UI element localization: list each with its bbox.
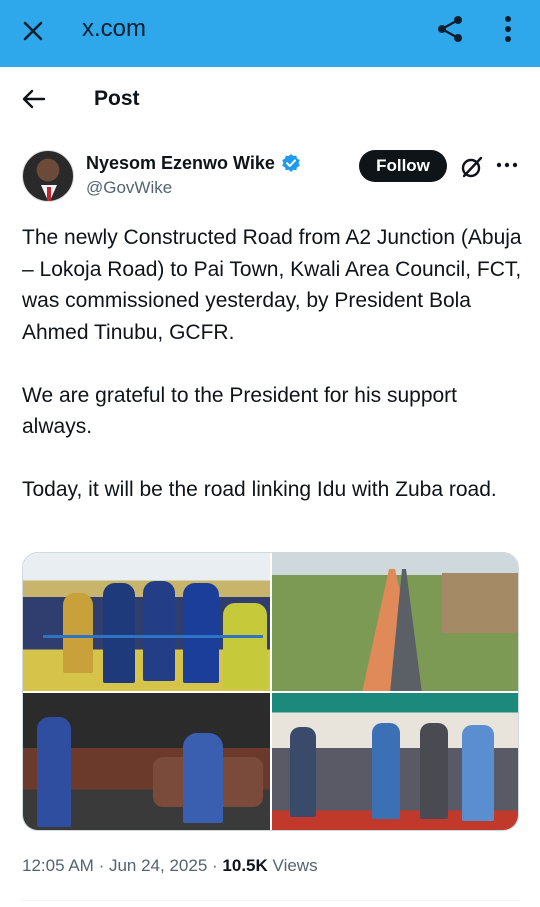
tweet-paragraph: We are grateful to the President for his… — [22, 383, 458, 439]
views-label: Views — [272, 856, 318, 875]
post-meta: 12:05 AM · Jun 24, 2025 · 10.5K Views — [22, 855, 318, 877]
meta-separator: · — [212, 856, 218, 875]
avatar[interactable] — [22, 150, 74, 202]
media-grid — [22, 552, 519, 831]
grok-icon[interactable] — [459, 154, 485, 180]
post-header: Post — [0, 67, 540, 131]
meta-separator: · — [98, 856, 105, 875]
tweet-paragraph: Today, it will be the road linking Idu w… — [22, 478, 497, 501]
media-photo-standing-group[interactable] — [272, 693, 518, 830]
more-horizontal-icon[interactable] — [494, 154, 520, 176]
share-icon[interactable] — [434, 13, 466, 45]
browser-url[interactable]: x.com — [82, 14, 146, 44]
author-handle[interactable]: @GovWike — [86, 177, 172, 199]
media-photo-seated-guests[interactable] — [23, 693, 270, 830]
verified-badge-icon — [281, 153, 301, 173]
author-name-row[interactable]: Nyesom Ezenwo Wike — [86, 152, 301, 174]
tweet-paragraph: The newly Constructed Road from A2 Junct… — [22, 226, 522, 344]
views-count[interactable]: 10.5K — [222, 856, 267, 875]
post-time[interactable]: 12:05 AM — [22, 856, 94, 875]
browser-toolbar: x.com — [0, 0, 540, 67]
avatar-tie — [47, 187, 51, 201]
media-photo-ribbon-cutting[interactable] — [23, 553, 270, 691]
follow-button[interactable]: Follow — [359, 150, 447, 182]
post-date[interactable]: Jun 24, 2025 — [109, 856, 207, 875]
more-vertical-icon[interactable] — [498, 13, 518, 45]
page-title: Post — [94, 87, 140, 110]
back-arrow-icon[interactable] — [20, 87, 48, 111]
media-photo-aerial-road[interactable] — [272, 553, 518, 691]
author-display-name[interactable]: Nyesom Ezenwo Wike — [86, 152, 275, 174]
close-icon[interactable] — [18, 16, 48, 46]
tweet-body: The newly Constructed Road from A2 Junct… — [22, 222, 522, 506]
divider — [22, 900, 519, 901]
